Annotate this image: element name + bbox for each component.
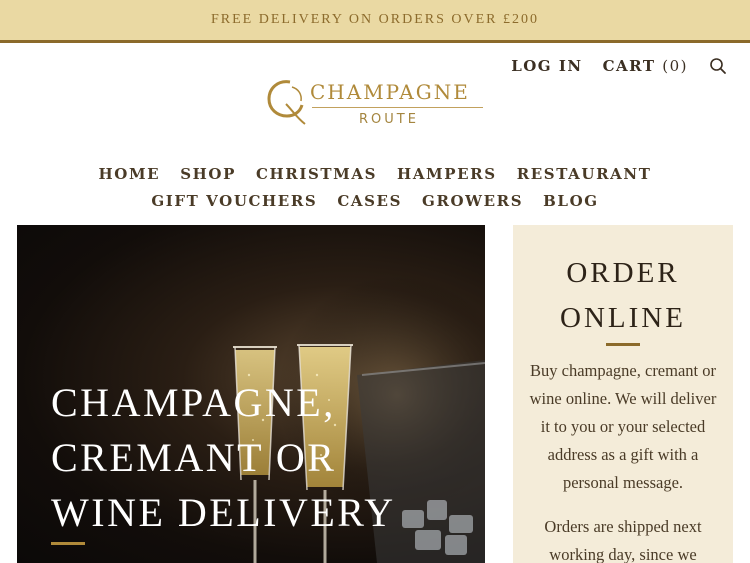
logo-sub-text: ROUTE: [359, 112, 419, 127]
nav-hampers[interactable]: HAMPERS: [397, 165, 497, 183]
order-description: Buy champagne, cremant or wine online. W…: [529, 361, 717, 492]
main-navigation: HOME SHOP CHRISTMAS HAMPERS RESTAURANT G…: [0, 160, 750, 214]
hero-banner[interactable]: CHAMPAGNE, CREMANT OR WINE DELIVERY: [17, 225, 485, 563]
order-title-line: ORDER: [566, 257, 680, 289]
cart-link[interactable]: CART (0): [603, 57, 688, 75]
hero-title-line: CHAMPAGNE,: [51, 380, 336, 425]
hero-accent-rule: [51, 542, 85, 545]
order-accent-rule: [606, 343, 640, 346]
order-shipping-note: Orders are shipped next working day, sin…: [544, 517, 702, 563]
promo-text: FREE DELIVERY ON ORDERS OVER £200: [211, 12, 539, 27]
logo-mark-icon: [267, 80, 306, 125]
nav-cases[interactable]: CASES: [337, 192, 402, 210]
nav-home[interactable]: HOME: [99, 165, 161, 183]
hero-title: CHAMPAGNE, CREMANT OR WINE DELIVERY: [51, 375, 471, 540]
nav-row-1: HOME SHOP CHRISTMAS HAMPERS RESTAURANT: [0, 160, 750, 187]
search-icon[interactable]: [708, 56, 728, 76]
order-title: ORDER ONLINE: [513, 251, 733, 341]
nav-shop[interactable]: SHOP: [180, 165, 236, 183]
nav-blog[interactable]: BLOG: [543, 192, 599, 210]
nav-row-2: GIFT VOUCHERS CASES GROWERS BLOG: [0, 187, 750, 214]
order-online-card: ORDER ONLINE Buy champagne, cremant or w…: [513, 225, 733, 563]
order-title-line: ONLINE: [560, 302, 686, 334]
hero-title-line: WINE DELIVERY: [51, 490, 396, 535]
cart-label: CART: [602, 57, 656, 75]
nav-growers[interactable]: GROWERS: [422, 192, 523, 210]
header-actions: LOG IN CART (0): [511, 56, 728, 76]
nav-gift-vouchers[interactable]: GIFT VOUCHERS: [151, 192, 317, 210]
login-link[interactable]: LOG IN: [511, 57, 582, 75]
promo-banner: FREE DELIVERY ON ORDERS OVER £200: [0, 0, 750, 43]
logo-divider: [312, 107, 483, 108]
logo-main-text: CHAMPAGNE: [310, 80, 470, 104]
cart-count: (0): [662, 57, 688, 75]
nav-christmas[interactable]: CHRISTMAS: [256, 165, 377, 183]
site-logo[interactable]: CHAMPAGNE ROUTE: [264, 74, 486, 127]
nav-restaurant[interactable]: RESTAURANT: [517, 165, 652, 183]
hero-title-line: CREMANT OR: [51, 435, 337, 480]
